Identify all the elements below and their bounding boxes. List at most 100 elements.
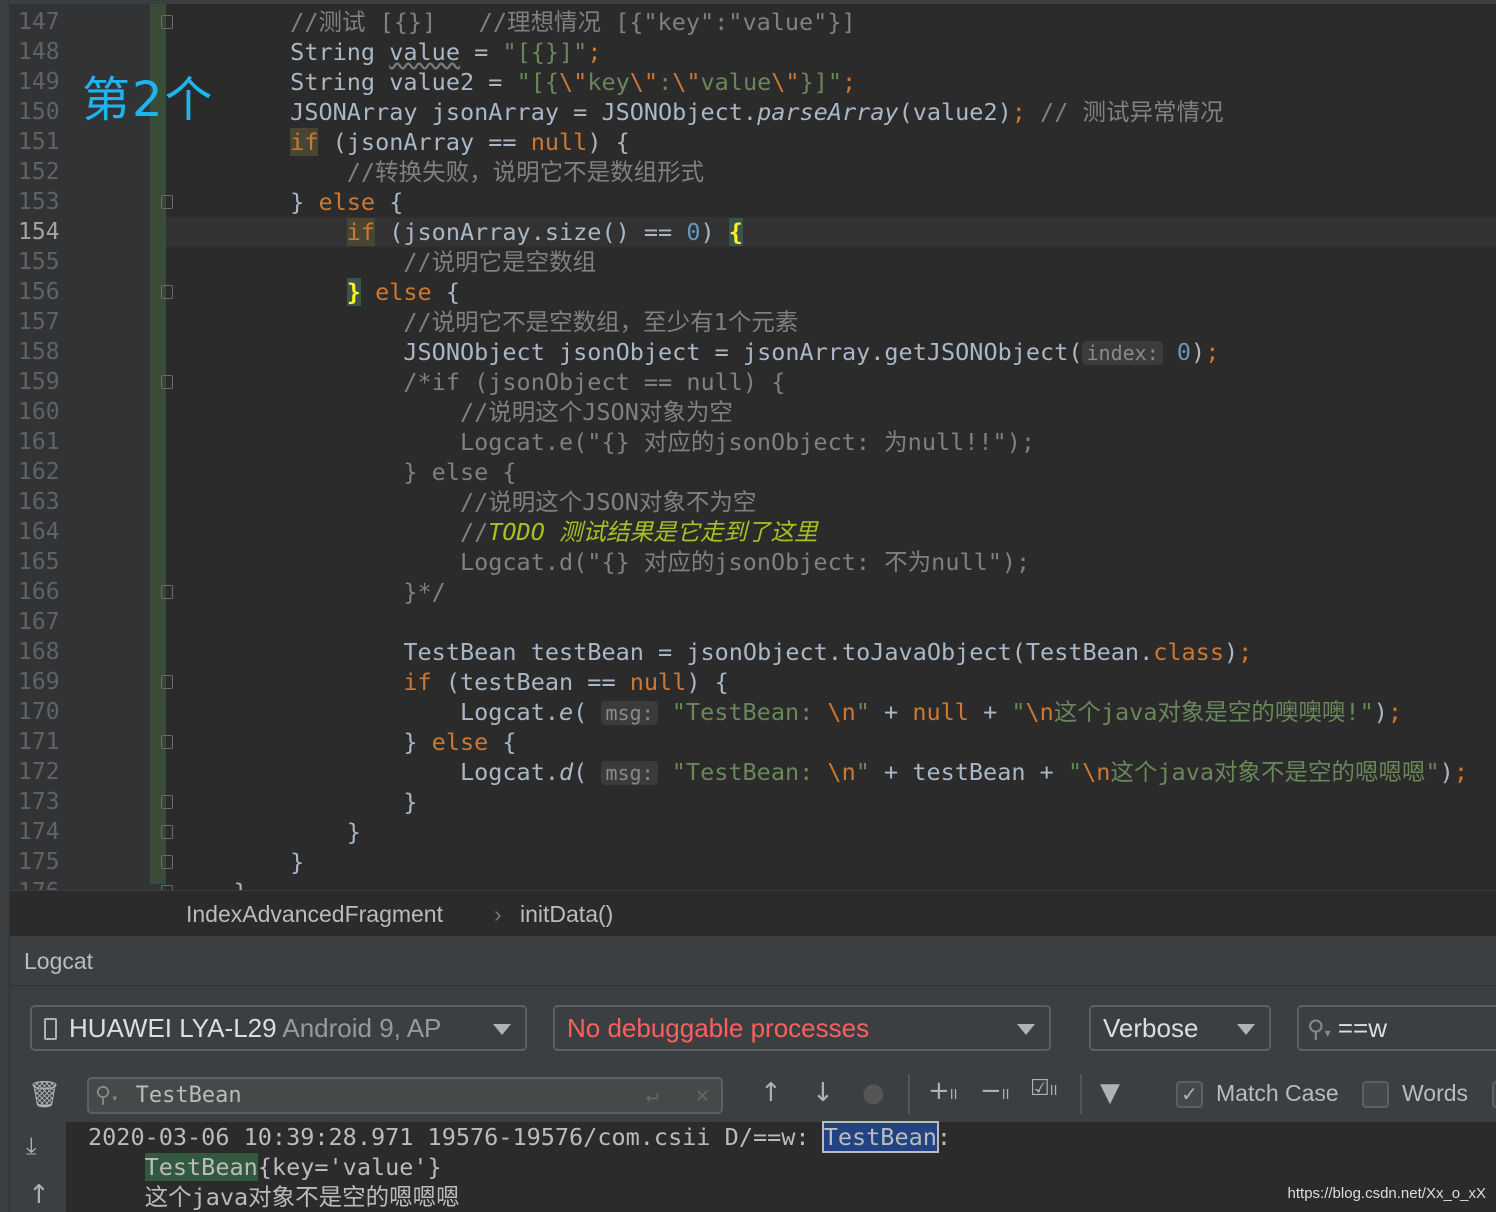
line-number[interactable]: 170: [18, 697, 78, 727]
code-line[interactable]: 152 //转换失败，说明它不是数组形式: [10, 157, 1496, 187]
logcat-search-input[interactable]: ⚲▾ TestBean ↵ ✕: [87, 1077, 723, 1114]
fold-marker-icon[interactable]: [161, 195, 173, 209]
log-prefix: 2020-03-06 10:39:28.971 19576-19576/com.…: [88, 1123, 824, 1151]
line-number[interactable]: 155: [18, 247, 78, 277]
code-line[interactable]: 148 String value = "[{}]";: [10, 37, 1496, 67]
code-line[interactable]: 162 } else {: [10, 457, 1496, 487]
code-line[interactable]: 172 Logcat.d( msg: "TestBean: \n" + test…: [10, 757, 1496, 787]
line-number[interactable]: 174: [18, 817, 78, 847]
line-number[interactable]: 160: [18, 397, 78, 427]
code-line[interactable]: 157 //说明它不是空数组，至少有1个元素: [10, 307, 1496, 337]
line-number[interactable]: 171: [18, 727, 78, 757]
arrow-up-icon[interactable]: ↑: [760, 1078, 782, 1108]
code-line[interactable]: 147 //测试 [{}] //理想情况 [{"key":"value"}]: [10, 7, 1496, 37]
logcat-output[interactable]: 2020-03-06 10:39:28.971 19576-19576/com.…: [66, 1121, 1496, 1212]
code-line[interactable]: 166 }*/: [10, 577, 1496, 607]
line-number[interactable]: 173: [18, 787, 78, 817]
line-number[interactable]: 163: [18, 487, 78, 517]
line-number[interactable]: 176: [18, 877, 78, 890]
breadcrumb-class[interactable]: IndexAdvancedFragment: [186, 901, 443, 928]
code-line[interactable]: 174 }: [10, 817, 1496, 847]
scroll-to-end-icon[interactable]: ⤓: [26, 1132, 37, 1160]
line-number[interactable]: 150: [18, 97, 78, 127]
code-line[interactable]: 159 /*if (jsonObject == null) {: [10, 367, 1496, 397]
fold-marker-icon[interactable]: [161, 825, 173, 839]
code-line[interactable]: 173 }: [10, 787, 1496, 817]
code-line[interactable]: 149 String value2 = "[{\"key\":\"value\"…: [10, 67, 1496, 97]
code-editor[interactable]: 147 //测试 [{}] //理想情况 [{"key":"value"}] 14…: [10, 0, 1496, 890]
fold-marker-icon[interactable]: [161, 795, 173, 809]
line-number[interactable]: 172: [18, 757, 78, 787]
code-line[interactable]: 150 JSONArray jsonArray = JSONObject.par…: [10, 97, 1496, 127]
code-line[interactable]: 171 } else {: [10, 727, 1496, 757]
line-number[interactable]: 168: [18, 637, 78, 667]
line-number[interactable]: 157: [18, 307, 78, 337]
breadcrumb-method[interactable]: initData(): [520, 901, 613, 928]
filter-icon[interactable]: ▼: [1100, 1078, 1120, 1108]
regex-filter-input[interactable]: ⚲▾ ==w: [1297, 1005, 1496, 1051]
code-line[interactable]: 153 } else {: [10, 187, 1496, 217]
fold-marker-icon[interactable]: [161, 15, 173, 29]
code-token: 这个java对象不是空的嗯嗯嗯": [1110, 758, 1440, 786]
code-line[interactable]: 160 //说明这个JSON对象为空: [10, 397, 1496, 427]
line-number[interactable]: 151: [18, 127, 78, 157]
line-number[interactable]: 169: [18, 667, 78, 697]
code-line[interactable]: 156 } else {: [10, 277, 1496, 307]
regex-checkbox[interactable]: [1492, 1081, 1496, 1108]
search-match-selected: TestBean: [821, 1121, 939, 1153]
fold-marker-icon[interactable]: [161, 375, 173, 389]
arrow-down-icon[interactable]: ↓: [812, 1078, 834, 1108]
fold-marker-icon[interactable]: [161, 735, 173, 749]
line-number[interactable]: 162: [18, 457, 78, 487]
process-dropdown[interactable]: No debuggable processes: [553, 1005, 1051, 1051]
line-number[interactable]: 153: [18, 187, 78, 217]
line-number[interactable]: 167: [18, 607, 78, 637]
line-number[interactable]: 159: [18, 367, 78, 397]
add-selection-icon[interactable]: +II: [928, 1076, 957, 1106]
code-line[interactable]: 158 JSONObject jsonObject = jsonArray.ge…: [10, 337, 1496, 367]
code-line[interactable]: 175 }: [10, 847, 1496, 877]
select-all-occurrences-icon[interactable]: ☑II: [1030, 1076, 1057, 1101]
code-line[interactable]: 155 //说明它是空数组: [10, 247, 1496, 277]
code-line[interactable]: 168 TestBean testBean = jsonObject.toJav…: [10, 637, 1496, 667]
match-case-label[interactable]: Match Case: [1216, 1080, 1339, 1107]
code-line[interactable]: 167: [10, 607, 1496, 637]
words-label[interactable]: Words: [1402, 1080, 1468, 1107]
clear-icon[interactable]: ✕: [696, 1079, 709, 1112]
code-line[interactable]: 154 if (jsonArray.size() == 0) {: [10, 217, 1496, 247]
line-number[interactable]: 161: [18, 427, 78, 457]
fold-marker-icon[interactable]: [161, 855, 173, 869]
device-dropdown[interactable]: HUAWEI LYA-L29 Android 9, AP: [30, 1005, 527, 1051]
line-number[interactable]: 152: [18, 157, 78, 187]
line-number[interactable]: 154: [18, 217, 78, 247]
code-token: Logcat.d("{} 对应的jsonObject: 不为null");: [177, 548, 1031, 576]
code-line[interactable]: 161 Logcat.e("{} 对应的jsonObject: 为null!!"…: [10, 427, 1496, 457]
fold-marker-icon[interactable]: [161, 585, 173, 599]
code-line[interactable]: 164 //TODO 测试结果是它走到了这里: [10, 517, 1496, 547]
line-number[interactable]: 156: [18, 277, 78, 307]
code-line[interactable]: 151 if (jsonArray == null) {: [10, 127, 1496, 157]
line-number[interactable]: 158: [18, 337, 78, 367]
enter-icon[interactable]: ↵: [646, 1079, 659, 1112]
line-number[interactable]: 147: [18, 7, 78, 37]
code-line[interactable]: 169 if (testBean == null) {: [10, 667, 1496, 697]
code-line[interactable]: 176 }: [10, 877, 1496, 890]
words-checkbox[interactable]: [1362, 1081, 1389, 1108]
fold-marker-icon[interactable]: [161, 675, 173, 689]
trash-icon[interactable]: 🗑: [28, 1080, 61, 1110]
line-number[interactable]: 149: [18, 67, 78, 97]
code-line[interactable]: 163 //说明这个JSON对象不为空: [10, 487, 1496, 517]
line-number[interactable]: 165: [18, 547, 78, 577]
code-token: \n: [1025, 698, 1054, 726]
log-level-dropdown[interactable]: Verbose: [1089, 1005, 1271, 1051]
line-number[interactable]: 166: [18, 577, 78, 607]
line-number[interactable]: 148: [18, 37, 78, 67]
code-line[interactable]: 170 Logcat.e( msg: "TestBean: \n" + null…: [10, 697, 1496, 727]
arrow-up-icon[interactable]: ↑: [28, 1180, 50, 1210]
line-number[interactable]: 175: [18, 847, 78, 877]
code-line[interactable]: 165 Logcat.d("{} 对应的jsonObject: 不为null")…: [10, 547, 1496, 577]
match-case-checkbox[interactable]: ✓: [1176, 1081, 1203, 1108]
remove-selection-icon[interactable]: −II: [980, 1076, 1009, 1106]
line-number[interactable]: 164: [18, 517, 78, 547]
fold-marker-icon[interactable]: [161, 285, 173, 299]
